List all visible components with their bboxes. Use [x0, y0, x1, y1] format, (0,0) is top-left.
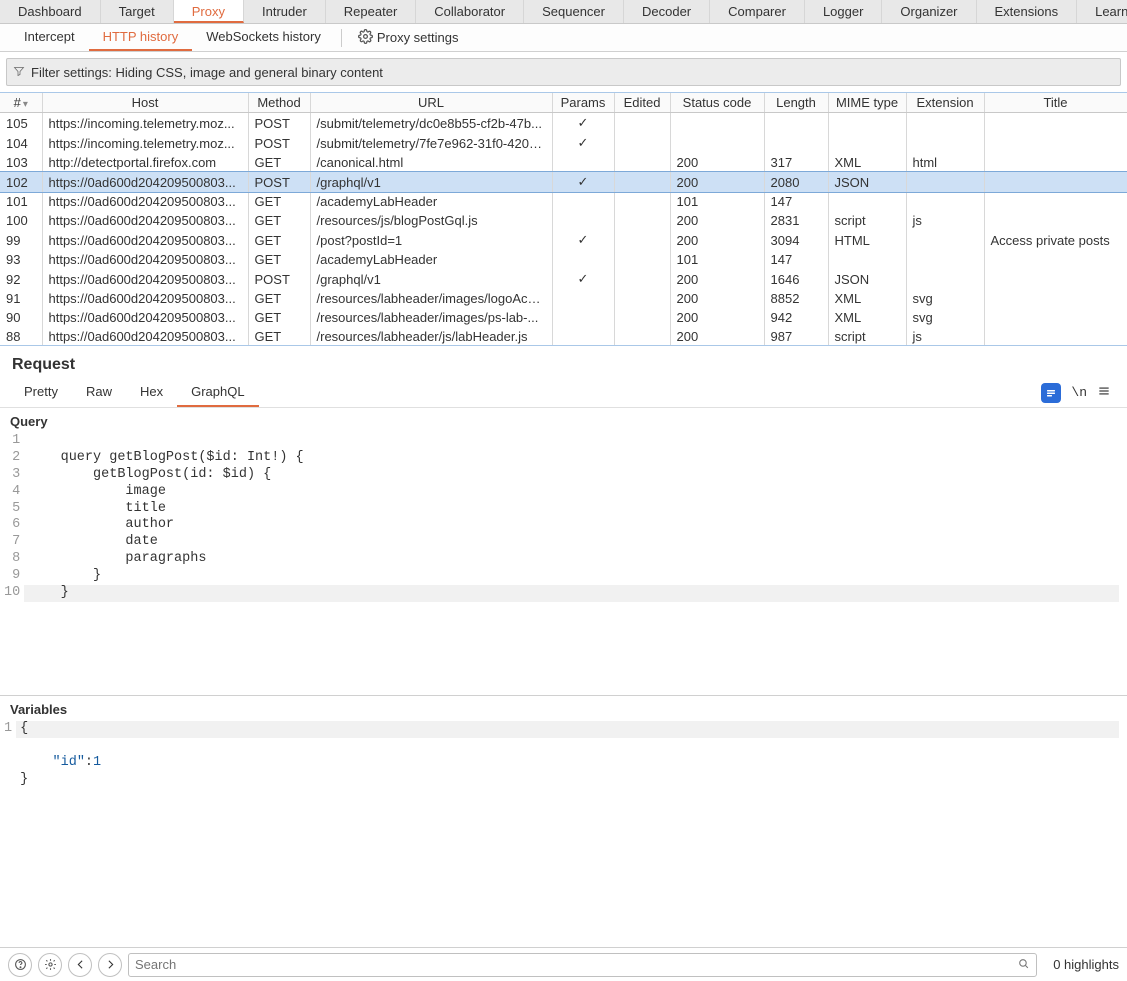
request-panel: Request PrettyRawHexGraphQL \n Query 123… [0, 346, 1127, 947]
tab-logger[interactable]: Logger [805, 0, 882, 23]
table-row[interactable]: 105https://incoming.telemetry.moz...POST… [0, 113, 1127, 134]
tab-dashboard[interactable]: Dashboard [0, 0, 101, 23]
tab-sequencer[interactable]: Sequencer [524, 0, 624, 23]
tab-organizer[interactable]: Organizer [882, 0, 976, 23]
view-tab-pretty[interactable]: Pretty [10, 378, 72, 407]
col-url[interactable]: URL [310, 93, 552, 113]
http-history-table: #▾HostMethodURLParamsEditedStatus codeLe… [0, 92, 1127, 346]
tab-intruder[interactable]: Intruder [244, 0, 326, 23]
table-row[interactable]: 100https://0ad600d204209500803...GET/res… [0, 211, 1127, 230]
inspector-toggle-button[interactable] [1041, 383, 1061, 403]
col-edited[interactable]: Edited [614, 93, 670, 113]
table-row[interactable]: 93https://0ad600d204209500803...GET/acad… [0, 250, 1127, 269]
funnel-icon [13, 65, 25, 80]
tab-extensions[interactable]: Extensions [977, 0, 1078, 23]
proxy-sub-tabs: InterceptHTTP historyWebSockets history … [0, 24, 1127, 52]
col-title[interactable]: Title [984, 93, 1127, 113]
request-title: Request [12, 356, 75, 374]
col-host[interactable]: Host [42, 93, 248, 113]
table-header-row: #▾HostMethodURLParamsEditedStatus codeLe… [0, 93, 1127, 113]
menu-icon[interactable] [1097, 384, 1111, 401]
settings-button[interactable] [38, 953, 62, 977]
col-extension[interactable]: Extension [906, 93, 984, 113]
highlights-count: 0 highlights [1043, 957, 1119, 972]
tab-decoder[interactable]: Decoder [624, 0, 710, 23]
proxy-settings-button[interactable]: Proxy settings [348, 29, 469, 47]
table-row[interactable]: 88https://0ad600d204209500803...GET/reso… [0, 327, 1127, 346]
tab-target[interactable]: Target [101, 0, 174, 23]
bottom-toolbar: 0 highlights [0, 947, 1127, 981]
back-button[interactable] [68, 953, 92, 977]
subtab-http-history[interactable]: HTTP history [89, 24, 193, 51]
col-params[interactable]: Params [552, 93, 614, 113]
variables-editor[interactable]: 1 { "id":1} [0, 721, 1127, 947]
forward-button[interactable] [98, 953, 122, 977]
tab-proxy[interactable]: Proxy [174, 0, 244, 23]
table-row[interactable]: 92https://0ad600d204209500803...POST/gra… [0, 269, 1127, 289]
tab-comparer[interactable]: Comparer [710, 0, 805, 23]
table-row[interactable]: 90https://0ad600d204209500803...GET/reso… [0, 308, 1127, 327]
main-tabs: DashboardTargetProxyIntruderRepeaterColl… [0, 0, 1127, 24]
view-tab-hex[interactable]: Hex [126, 378, 177, 407]
tab-collaborator[interactable]: Collaborator [416, 0, 524, 23]
request-view-tabs: PrettyRawHexGraphQL \n [0, 378, 1127, 408]
search-box[interactable] [128, 953, 1037, 977]
table-row[interactable]: 101https://0ad600d204209500803...GET/aca… [0, 192, 1127, 211]
table-row[interactable]: 99https://0ad600d204209500803...GET/post… [0, 230, 1127, 250]
query-editor[interactable]: 12345678910 query getBlogPost($id: Int!)… [0, 433, 1127, 695]
chevron-down-icon: ▾ [23, 99, 28, 110]
tab-repeater[interactable]: Repeater [326, 0, 416, 23]
col-method[interactable]: Method [248, 93, 310, 113]
table-row[interactable]: 102https://0ad600d204209500803...POST/gr… [0, 172, 1127, 192]
table-row[interactable]: 91https://0ad600d204209500803...GET/reso… [0, 289, 1127, 308]
proxy-settings-label: Proxy settings [377, 30, 459, 45]
search-icon [1017, 957, 1030, 973]
tab-learn[interactable]: Learn [1077, 0, 1127, 23]
view-tab-raw[interactable]: Raw [72, 378, 126, 407]
variables-label: Variables [0, 696, 1127, 721]
subtab-intercept[interactable]: Intercept [10, 24, 89, 51]
separator [341, 29, 342, 47]
col--[interactable]: #▾ [0, 93, 42, 113]
newline-toggle-button[interactable]: \n [1071, 385, 1087, 400]
view-tab-graphql[interactable]: GraphQL [177, 378, 258, 407]
subtab-websockets-history[interactable]: WebSockets history [192, 24, 335, 51]
filter-text: Filter settings: Hiding CSS, image and g… [31, 65, 383, 80]
search-input[interactable] [135, 957, 1017, 972]
col-mime-type[interactable]: MIME type [828, 93, 906, 113]
filter-bar[interactable]: Filter settings: Hiding CSS, image and g… [6, 58, 1121, 86]
col-length[interactable]: Length [764, 93, 828, 113]
help-button[interactable] [8, 953, 32, 977]
col-status-code[interactable]: Status code [670, 93, 764, 113]
table-row[interactable]: 104https://incoming.telemetry.moz...POST… [0, 133, 1127, 153]
table-row[interactable]: 103http://detectportal.firefox.comGET/ca… [0, 153, 1127, 172]
gear-icon [358, 29, 373, 47]
query-label: Query [0, 408, 1127, 433]
